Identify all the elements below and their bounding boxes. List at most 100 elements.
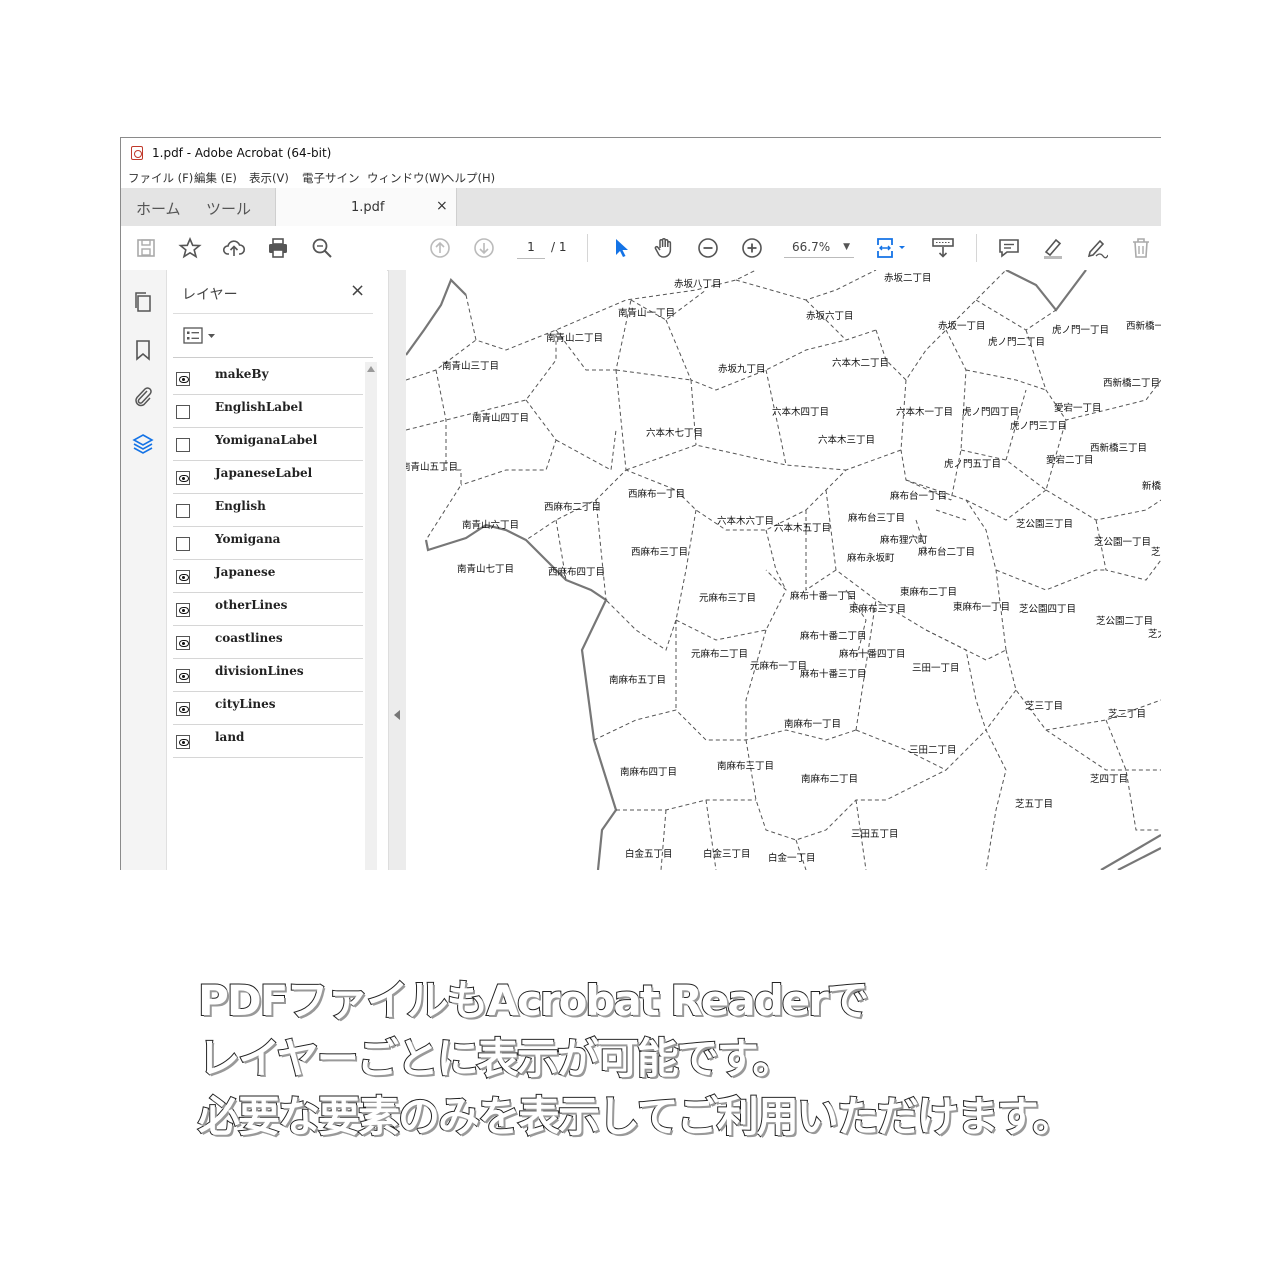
layer-name: EnglishLabel <box>215 400 303 414</box>
hand-tool-icon[interactable] <box>652 236 676 260</box>
layer-name: JapaneseLabel <box>215 466 313 480</box>
eye-visibility-icon[interactable] <box>176 471 190 485</box>
map-district-label: 芝大門 <box>1151 547 1161 558</box>
layer-row[interactable]: makeBy <box>173 362 363 395</box>
tab-document[interactable]: 1.pdf × <box>275 188 457 227</box>
menu-view[interactable]: 表示(V) <box>249 170 289 186</box>
layer-name: land <box>215 730 245 744</box>
close-panel-button[interactable]: × <box>350 280 365 301</box>
layers-icon[interactable] <box>131 432 155 456</box>
layer-row[interactable]: EnglishLabel <box>173 395 363 428</box>
layer-row[interactable]: divisionLines <box>173 659 363 692</box>
comment-icon[interactable] <box>997 236 1021 260</box>
star-icon[interactable] <box>178 236 202 260</box>
map-district-label: 虎ノ門一丁目 <box>1052 325 1110 336</box>
layer-name: YomiganaLabel <box>215 433 318 447</box>
layer-name: makeBy <box>215 367 269 381</box>
scroll-mode-icon[interactable] <box>931 236 955 260</box>
map-district-label: 西麻布二丁目 <box>544 502 602 513</box>
trash-icon[interactable] <box>1129 236 1153 260</box>
map-district-label: 南青山四丁目 <box>472 413 530 424</box>
bookmark-icon[interactable] <box>131 338 155 362</box>
page-thumbnails-icon[interactable] <box>131 290 155 314</box>
map-district-label: 六本木七丁目 <box>646 428 704 439</box>
map-district-label: 六本木六丁目 <box>717 516 775 527</box>
layer-row[interactable]: coastlines <box>173 626 363 659</box>
attachment-icon[interactable] <box>131 384 155 408</box>
zoom-level-select[interactable]: 66.7% ▼ <box>784 236 854 258</box>
map-district-label: 赤坂六丁目 <box>806 311 854 322</box>
menu-window[interactable]: ウィンドウ(W) <box>367 170 445 186</box>
map-district-label: 西新橋一 <box>1126 321 1161 332</box>
visibility-checkbox[interactable] <box>176 504 190 518</box>
layer-row[interactable]: otherLines <box>173 593 363 626</box>
map-district-label: 東麻布一丁目 <box>953 602 1011 613</box>
tab-tools[interactable]: ツール <box>206 198 251 219</box>
highlight-pen-icon[interactable] <box>1041 236 1065 260</box>
menu-file[interactable]: ファイル (F) <box>128 170 193 186</box>
page-number-input[interactable]: 1 <box>517 236 545 259</box>
layer-row[interactable]: land <box>173 725 363 758</box>
eye-visibility-icon[interactable] <box>176 570 190 584</box>
menu-edit[interactable]: 編集 (E) <box>194 170 237 186</box>
toolbar-divider <box>587 234 588 262</box>
zoom-in-icon[interactable] <box>740 236 764 260</box>
next-page-icon[interactable] <box>472 236 496 260</box>
navigation-rail <box>121 270 167 870</box>
tab-close-button[interactable]: × <box>436 198 448 214</box>
zoom-level-value: 66.7% <box>792 240 831 254</box>
divider <box>173 313 373 314</box>
panel-splitter[interactable] <box>388 270 407 870</box>
map-district-label: 芝大門 <box>1148 629 1161 640</box>
collapse-panel-icon[interactable] <box>394 710 400 720</box>
layers-panel-title: レイヤー <box>182 287 238 303</box>
layer-row[interactable]: JapaneseLabel <box>173 461 363 494</box>
map-district-label: 南青山一丁目 <box>618 308 676 319</box>
upload-cloud-icon[interactable] <box>222 236 246 260</box>
map-district-label: 南青山七丁目 <box>457 564 515 575</box>
pdf-page-map[interactable]: 赤坂八丁目 赤坂二丁目 南青山一丁目 赤坂六丁目 赤坂一丁目 虎ノ門一丁目 西新橋一 南青山二… <box>406 270 1161 870</box>
print-icon[interactable] <box>266 236 290 260</box>
acrobat-window: 1.pdf - Adobe Acrobat (64-bit) ファイル (F) … <box>120 137 1161 870</box>
tab-home[interactable]: ホーム <box>136 198 181 219</box>
find-icon[interactable] <box>310 236 334 260</box>
visibility-checkbox[interactable] <box>176 405 190 419</box>
layer-name: otherLines <box>215 598 288 612</box>
menu-help[interactable]: ヘルプ(H) <box>443 170 495 186</box>
map-district-label: 赤坂九丁目 <box>718 364 766 375</box>
map-district-label: 東麻布二丁目 <box>900 587 958 598</box>
layer-row[interactable]: Japanese <box>173 560 363 593</box>
eye-visibility-icon[interactable] <box>176 636 190 650</box>
eye-visibility-icon[interactable] <box>176 669 190 683</box>
map-district-label: 南麻布四丁目 <box>620 767 678 778</box>
map-district-label: 虎ノ門四丁目 <box>962 407 1020 418</box>
menu-e-sign[interactable]: 電子サイン <box>302 170 360 186</box>
map-district-label: 六本木三丁目 <box>818 435 876 446</box>
map-district-label: 麻布台三丁目 <box>848 513 906 524</box>
map-district-label: 芝公園一丁目 <box>1094 537 1152 548</box>
save-icon[interactable] <box>134 236 158 260</box>
map-district-label: 三田五丁目 <box>851 829 899 840</box>
map-district-label: 虎ノ門二丁目 <box>988 337 1046 348</box>
map-district-label: 麻布台一丁目 <box>890 491 948 502</box>
visibility-checkbox[interactable] <box>176 438 190 452</box>
page-fit-icon[interactable] <box>875 236 909 260</box>
scroll-up-icon[interactable] <box>367 366 375 372</box>
layer-row[interactable]: YomiganaLabel <box>173 428 363 461</box>
zoom-out-icon[interactable] <box>696 236 720 260</box>
eye-visibility-icon[interactable] <box>176 702 190 716</box>
layers-scrollbar[interactable] <box>365 362 377 870</box>
map-district-label: 麻布十番二丁目 <box>800 631 867 642</box>
layer-row[interactable]: cityLines <box>173 692 363 725</box>
eye-visibility-icon[interactable] <box>176 735 190 749</box>
visibility-checkbox[interactable] <box>176 537 190 551</box>
layers-panel: レイヤー × makeBy EnglishLabel YomiganaLabel Ja… <box>167 270 387 870</box>
select-cursor-icon[interactable] <box>609 236 633 260</box>
eye-visibility-icon[interactable] <box>176 603 190 617</box>
draw-pen-icon[interactable] <box>1084 236 1109 260</box>
layer-row[interactable]: Yomigana <box>173 527 363 560</box>
previous-page-icon[interactable] <box>428 236 452 260</box>
layer-options-button[interactable] <box>183 326 223 346</box>
layer-row[interactable]: English <box>173 494 363 527</box>
eye-visibility-icon[interactable] <box>176 372 190 386</box>
